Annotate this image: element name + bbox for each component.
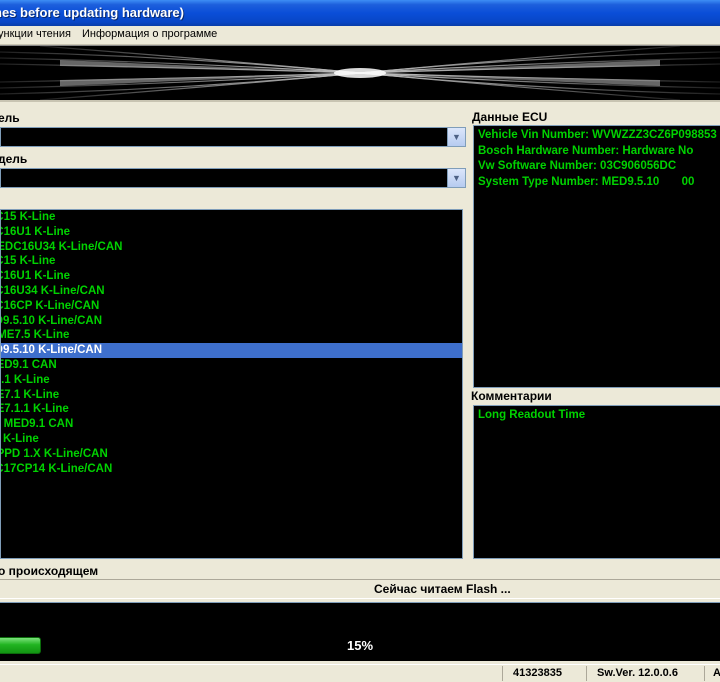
ecu-list-item-label: E7.1 K-Line <box>1 373 50 386</box>
ecu-software-line: Vw Software Number: 03C906056DC <box>478 160 677 172</box>
software-version: Sw.Ver. 12.0.0.6 <box>586 666 704 681</box>
ecu-list-item[interactable]: s PPD 1.X K-Line/CAN <box>1 447 462 462</box>
chevron-down-icon[interactable]: ▼ <box>447 128 465 146</box>
ecu-list-item[interactable]: ED9.5.10 K-Line/CAN <box>1 314 462 329</box>
ecu-list-item[interactable]: ch MED9.1 CAN <box>1 417 462 432</box>
status-message: Сейчас читаем Flash ... <box>374 582 511 596</box>
ecu-data-label: Данные ECU <box>472 110 548 124</box>
ecu-list-item-label: ME7.1.1 K-Line <box>1 403 69 416</box>
status-label: о происходящем <box>0 564 99 578</box>
statusbar-extra: A <box>704 666 720 681</box>
ecu-list-item-label: ED9.5.10 K-Line/CAN <box>1 314 103 327</box>
status-message-box: Сейчас читаем Flash ... <box>0 579 720 599</box>
brand-label: ель <box>0 111 20 125</box>
banner-graphic <box>0 46 720 100</box>
progress-area: 15% <box>0 602 720 661</box>
statusbar-empty-cell <box>0 666 502 681</box>
status-bar: 41323835 Sw.Ver. 12.0.0.6 A <box>0 664 720 682</box>
comments-label: Комментарии <box>471 389 552 403</box>
title-bar[interactable]: nes before updating hardware) <box>0 0 720 26</box>
ecu-list-item[interactable]: DC16U1 K-Line <box>1 225 462 240</box>
ecu-list-item-label: DC16U1 K-Line <box>1 225 71 238</box>
ecu-list-item-label: s PPD 1.X K-Line/CAN <box>1 447 108 460</box>
comments-text: Long Readout Time <box>478 409 586 421</box>
ecu-list-item-label: DC16CP K-Line/CAN <box>1 299 100 312</box>
ecu-list-item[interactable]: DC15 K-Line <box>1 254 462 269</box>
ecu-list[interactable]: DC15 K-Line DC16U1 K-Line h EDC16U34 K-Lin… <box>0 209 463 559</box>
menu-read-functions[interactable]: ункции чтения <box>0 28 71 40</box>
ecu-vin-line: Vehicle Vin Number: WVWZZZ3CZ6P098853 <box>478 129 717 141</box>
ecu-list-item[interactable]: ME7.1.1 K-Line <box>1 402 462 417</box>
header-banner <box>0 45 720 102</box>
model-select[interactable]: ▼ <box>0 168 466 188</box>
ecu-list-item[interactable]: h EDC16U34 K-Line/CAN <box>0 240 462 255</box>
comments-panel[interactable]: Long Readout Time <box>473 405 720 559</box>
ecu-list-item-label: DC16U34 K-Line/CAN <box>1 284 105 297</box>
ecu-hardware-line: Bosch Hardware Number: Hardware No <box>478 144 694 157</box>
ecu-list-item[interactable]: ME7.1 K-Line <box>1 388 462 403</box>
ecu-list-item[interactable]: DC17CP14 K-Line/CAN <box>1 462 462 477</box>
menu-bar: ункции чтения Информация о программе <box>0 26 720 45</box>
ecu-list-item[interactable]: DC15 K-Line <box>1 210 462 225</box>
serial-number: 41323835 <box>502 666 586 681</box>
ecu-list-item-label: n ME7.5 K-Line <box>0 329 70 342</box>
ecu-list-item[interactable]: DC16U34 K-Line/CAN <box>1 284 462 299</box>
ecu-list-item[interactable]: 92 K-Line <box>1 432 462 447</box>
ecu-list-item-label: ch MED9.1 CAN <box>1 418 74 431</box>
ecu-list-item[interactable]: n ME7.5 K-Line <box>0 328 462 343</box>
ecu-list-item-label: DC15 K-Line <box>1 211 56 223</box>
ecu-list-item-label: ME7.1 K-Line <box>1 388 60 401</box>
ecu-list-item-label: h EDC16U34 K-Line/CAN <box>0 240 123 253</box>
ecu-list-item-label: DC15 K-Line <box>1 255 56 268</box>
ecu-list-item-selected[interactable]: ED9.5.10 K-Line/CAN <box>1 343 462 358</box>
ecu-list-item[interactable]: DC16U1 K-Line <box>1 269 462 284</box>
ecu-list-item-label: MED9.1 CAN <box>1 358 57 371</box>
ecu-system-type-line: System Type Number: MED9.5.10 00 <box>478 175 695 188</box>
progress-percent: 15% <box>347 638 374 653</box>
window-title: nes before updating hardware) <box>0 5 184 20</box>
ecu-list-item-label: DC17CP14 K-Line/CAN <box>1 462 113 475</box>
model-label: дель <box>0 152 28 166</box>
progress-bar-fill <box>0 637 42 654</box>
brand-select[interactable]: ▼ <box>0 127 466 147</box>
ecu-list-item[interactable]: E7.1 K-Line <box>1 373 462 388</box>
chevron-down-icon[interactable]: ▼ <box>447 169 465 187</box>
ecu-list-item[interactable]: DC16CP K-Line/CAN <box>1 299 462 314</box>
ecu-list-item-label: ED9.5.10 K-Line/CAN <box>1 344 103 357</box>
ecu-data-panel: Vehicle Vin Number: WVWZZZ3CZ6P098853 Bo… <box>473 125 720 388</box>
ecu-list-item-label: 92 K-Line <box>1 432 39 445</box>
menu-about[interactable]: Информация о программе <box>82 28 217 40</box>
ecu-list-item-label: DC16U1 K-Line <box>1 270 71 283</box>
ecu-list-item[interactable]: MED9.1 CAN <box>1 358 462 373</box>
